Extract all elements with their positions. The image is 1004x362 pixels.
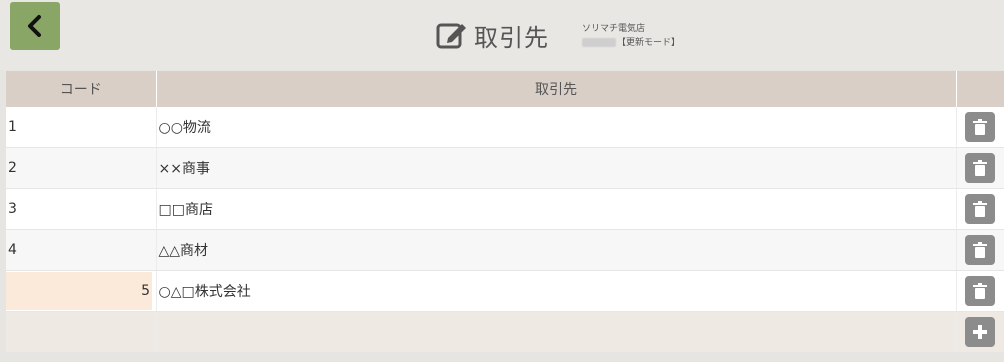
partner-name-cell[interactable]: □□商店 bbox=[156, 188, 957, 230]
column-header-code: コード bbox=[6, 71, 157, 107]
code-cell[interactable]: 1 bbox=[6, 107, 157, 148]
trash-icon bbox=[973, 119, 987, 135]
delete-button[interactable] bbox=[965, 112, 995, 142]
code-cell[interactable]: 3 bbox=[6, 188, 157, 230]
partners-table: コード 取引先 1 ○○物流 2 ××商事 3 □□商店 4 △△商材 5 ○△… bbox=[6, 71, 1004, 353]
trash-icon bbox=[973, 201, 987, 217]
partner-name-cell[interactable]: ○△□株式会社 bbox=[156, 270, 957, 312]
table-row[interactable]: 1 ○○物流 bbox=[6, 107, 1004, 148]
partner-name-cell[interactable]: ××商事 bbox=[156, 147, 957, 189]
add-row-code-empty bbox=[6, 311, 157, 353]
redacted-user bbox=[582, 38, 616, 47]
table-row[interactable]: 2 ××商事 bbox=[6, 147, 1004, 189]
add-row bbox=[6, 311, 1004, 353]
delete-button[interactable] bbox=[965, 235, 995, 265]
delete-button[interactable] bbox=[965, 153, 995, 183]
code-cell[interactable]: 4 bbox=[6, 229, 157, 271]
partner-name-cell[interactable]: △△商材 bbox=[156, 229, 957, 271]
column-header-partner: 取引先 bbox=[156, 71, 957, 107]
column-header-actions bbox=[956, 71, 1004, 107]
table-row[interactable]: 4 △△商材 bbox=[6, 229, 1004, 271]
chevron-left-icon bbox=[28, 15, 41, 37]
shop-info: ソリマチ電気店 【更新モード】 bbox=[582, 22, 680, 50]
add-row-name-empty bbox=[156, 311, 957, 353]
code-input[interactable] bbox=[6, 272, 152, 310]
trash-icon bbox=[973, 242, 987, 258]
delete-button[interactable] bbox=[965, 194, 995, 224]
table-row[interactable]: 3 □□商店 bbox=[6, 188, 1004, 230]
page-title-group: 取引先 bbox=[436, 18, 549, 52]
trash-icon bbox=[973, 283, 987, 299]
delete-button[interactable] bbox=[965, 276, 995, 306]
edit-icon bbox=[436, 23, 466, 49]
code-cell[interactable]: 2 bbox=[6, 147, 157, 189]
table-header: コード 取引先 bbox=[6, 71, 1004, 107]
app-header: 取引先 ソリマチ電気店 【更新モード】 bbox=[0, 0, 1004, 70]
table-row-editing[interactable]: ○△□株式会社 bbox=[6, 270, 1004, 312]
partner-name-cell[interactable]: ○○物流 bbox=[156, 107, 957, 148]
plus-icon bbox=[973, 325, 987, 339]
back-button[interactable] bbox=[10, 2, 60, 50]
page-title: 取引先 bbox=[474, 23, 549, 52]
shop-name: ソリマチ電気店 bbox=[582, 24, 646, 34]
mode-label: 【更新モード】 bbox=[617, 38, 681, 48]
trash-icon bbox=[973, 160, 987, 176]
add-button[interactable] bbox=[965, 317, 995, 347]
